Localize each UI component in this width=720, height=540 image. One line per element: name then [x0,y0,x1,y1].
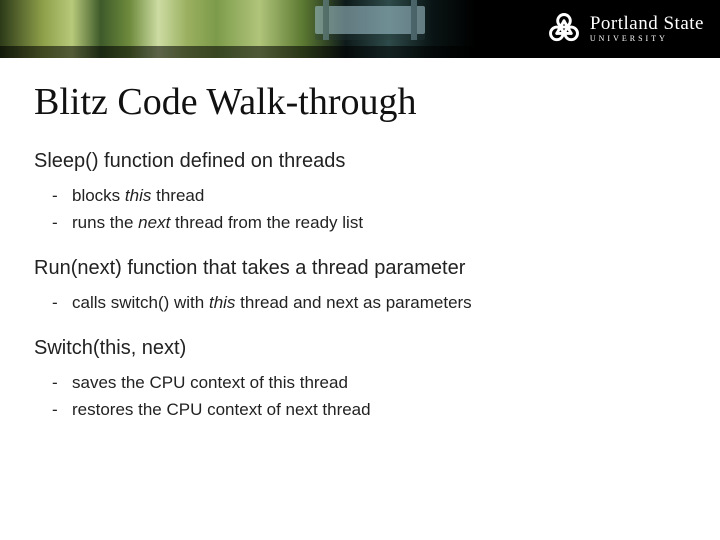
section-sleep: Sleep() function defined on threads bloc… [34,150,686,235]
header-banner: Portland State UNIVERSITY [0,0,720,58]
bullet-text: restores the CPU context of next thread [72,400,371,419]
section-heading: Sleep() function defined on threads [34,150,686,173]
university-logo: Portland State UNIVERSITY [546,10,704,46]
bullet-em: this [125,186,151,205]
bullet-text: thread [151,186,204,205]
bullet-text: runs the [72,213,138,232]
bullet-list: blocks this thread runs the next thread … [34,185,686,235]
list-item: blocks this thread [72,185,686,208]
list-item: calls switch() with this thread and next… [72,292,686,315]
section-run: Run(next) function that takes a thread p… [34,257,686,315]
section-heading: Run(next) function that takes a thread p… [34,257,686,280]
slide: Portland State UNIVERSITY Blitz Code Wal… [0,0,720,540]
logo-name: Portland State [590,13,704,34]
banner-photo-bridge [315,6,425,34]
bullet-text: calls switch() with [72,293,209,312]
banner-shadow [0,46,720,58]
list-item: runs the next thread from the ready list [72,212,686,235]
section-switch: Switch(this, next) saves the CPU context… [34,337,686,422]
bullet-text: thread from the ready list [170,213,363,232]
slide-title: Blitz Code Walk-through [34,80,686,124]
bullet-text: thread and next as parameters [235,293,471,312]
bullet-list: saves the CPU context of this thread res… [34,372,686,422]
list-item: restores the CPU context of next thread [72,399,686,422]
bullet-em: this [209,293,235,312]
bullet-text: blocks [72,186,125,205]
section-heading: Switch(this, next) [34,337,686,360]
psu-interlock-icon [546,10,582,46]
bullet-em: next [138,213,170,232]
logo-subname: UNIVERSITY [590,35,704,43]
slide-content: Blitz Code Walk-through Sleep() function… [0,58,720,422]
logo-text: Portland State UNIVERSITY [590,14,704,43]
list-item: saves the CPU context of this thread [72,372,686,395]
bullet-list: calls switch() with this thread and next… [34,292,686,315]
bullet-text: saves the CPU context of this thread [72,373,348,392]
